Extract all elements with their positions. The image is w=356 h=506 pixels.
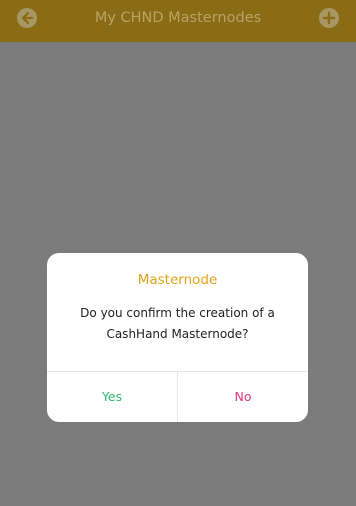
yes-button[interactable]: Yes <box>47 372 177 422</box>
plus-circle-icon <box>322 11 336 25</box>
dialog-message: Do you confirm the creation of a CashHan… <box>80 306 275 341</box>
app-screen: My CHND Masternodes Masternode Do you co… <box>0 0 356 506</box>
confirm-dialog: Masternode Do you confirm the creation o… <box>47 253 308 422</box>
no-button[interactable]: No <box>178 372 308 422</box>
page-title: My CHND Masternodes <box>94 10 262 26</box>
app-header: My CHND Masternodes <box>0 0 356 42</box>
add-masternode-button[interactable] <box>319 8 339 28</box>
dialog-title: Masternode <box>137 272 218 288</box>
dialog-actions: Yes No <box>47 372 308 422</box>
